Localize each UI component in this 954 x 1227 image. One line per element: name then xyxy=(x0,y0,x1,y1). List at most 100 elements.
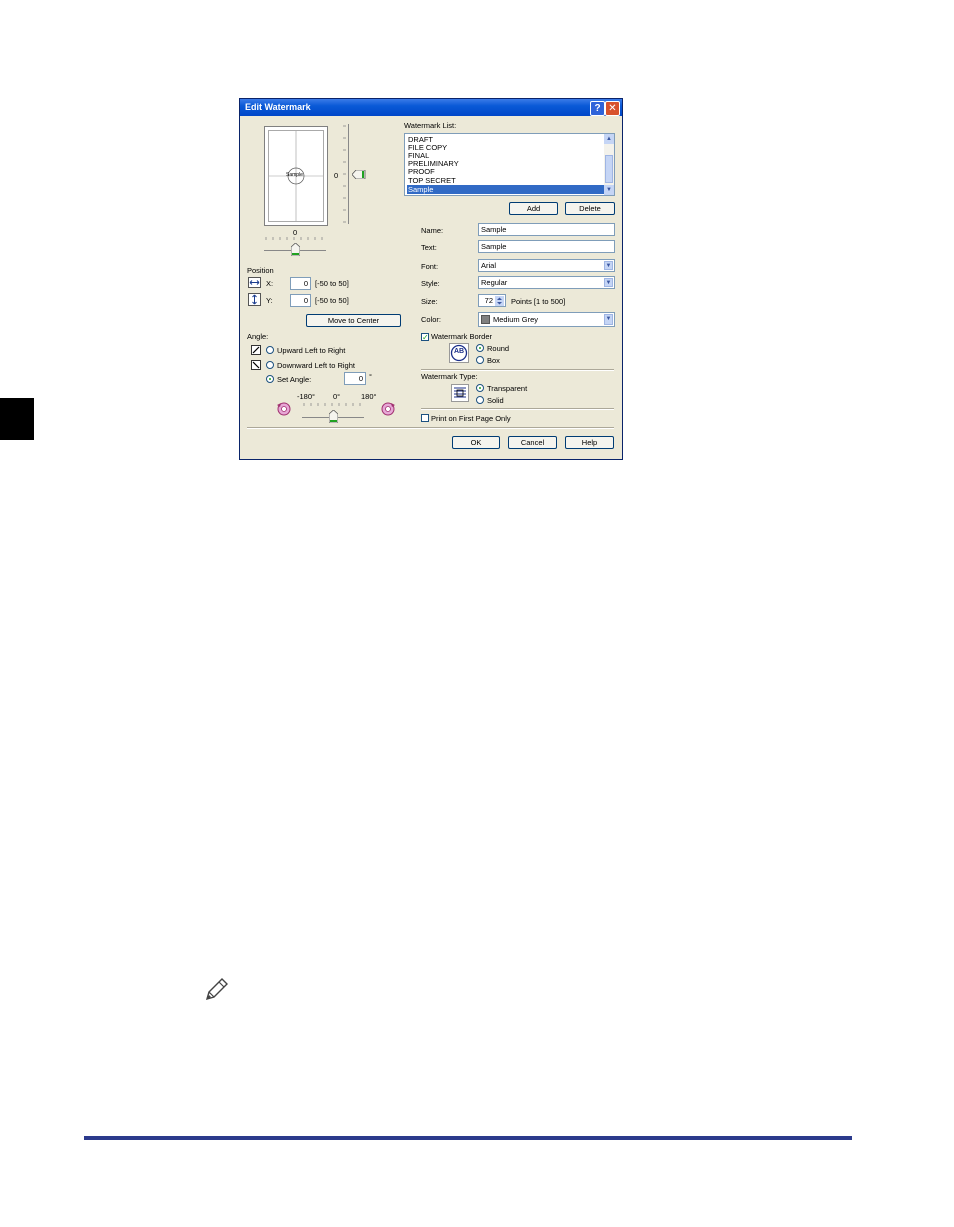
x-position-input[interactable]: 0 xyxy=(290,277,311,290)
degree-symbol: ° xyxy=(369,372,372,381)
watermark-list-label: Watermark List: xyxy=(404,121,457,130)
list-item[interactable]: PROOF xyxy=(407,167,604,176)
y-position-input[interactable]: 0 xyxy=(290,294,311,307)
delete-button[interactable]: Delete xyxy=(565,202,615,215)
note-pencil-icon xyxy=(203,975,231,1003)
watermark-border-checkbox[interactable]: ✓ xyxy=(421,333,429,342)
close-icon[interactable]: ✕ xyxy=(605,101,620,116)
solid-radio[interactable] xyxy=(476,396,484,404)
transparent-label: Transparent xyxy=(487,384,528,393)
set-angle-label: Set Angle: xyxy=(277,375,312,384)
watermark-listbox[interactable]: DRAFT FILE COPY FINAL PRELIMINARY PROOF … xyxy=(404,133,615,196)
chevron-down-icon[interactable]: ▼ xyxy=(604,278,613,287)
rotate-left-icon[interactable] xyxy=(276,402,292,416)
text-input[interactable]: Sample xyxy=(478,240,615,253)
chevron-down-icon[interactable]: ▼ xyxy=(604,261,613,270)
ok-button[interactable]: OK xyxy=(452,436,500,449)
separator xyxy=(247,427,614,429)
name-label: Name: xyxy=(421,226,444,235)
position-label: Position xyxy=(247,266,274,275)
round-radio[interactable] xyxy=(476,344,484,352)
y-range-text: [-50 to 50] xyxy=(315,296,349,305)
vertical-slider-ticks xyxy=(343,125,346,223)
first-page-only-checkbox[interactable] xyxy=(421,414,429,422)
separator xyxy=(421,369,614,371)
horizontal-offset-value: 0 xyxy=(293,228,298,237)
angle-input[interactable]: 0 xyxy=(344,372,366,385)
box-radio[interactable] xyxy=(476,356,484,364)
angle-label: Angle: xyxy=(247,332,269,341)
font-select[interactable]: Arial ▼ xyxy=(478,259,615,272)
border-round-icon: AB xyxy=(449,343,469,363)
downward-diagonal-icon xyxy=(251,360,261,370)
move-to-center-button[interactable]: Move to Center xyxy=(306,314,401,327)
transparent-radio[interactable] xyxy=(476,384,484,392)
color-select[interactable]: Medium Grey ▼ xyxy=(478,312,615,327)
cancel-button[interactable]: Cancel xyxy=(508,436,557,449)
vertical-arrows-icon xyxy=(248,293,261,306)
preview-printable-area: Sample xyxy=(268,130,324,222)
x-label: X: xyxy=(266,279,274,288)
watermark-type-label: Watermark Type: xyxy=(421,372,478,381)
box-label: Box xyxy=(487,356,500,365)
color-swatch xyxy=(481,315,490,324)
y-label: Y: xyxy=(266,296,273,305)
dialog-content: Sample 0 0 Position X: 0 [-50 to 50] Y: … xyxy=(240,116,622,459)
scroll-up-icon[interactable]: ▲ xyxy=(604,134,614,144)
horizontal-arrows-icon xyxy=(248,277,261,288)
vertical-offset-value: 0 xyxy=(334,171,339,180)
scroll-down-icon[interactable]: ▼ xyxy=(604,185,614,195)
separator xyxy=(421,408,614,410)
chevron-down-icon[interactable]: ▼ xyxy=(604,314,613,325)
transparent-type-icon xyxy=(451,384,469,402)
color-label: Color: xyxy=(421,315,442,324)
border-icon-text: AB xyxy=(454,348,465,355)
angle-slider-thumb[interactable] xyxy=(329,410,338,423)
watermark-border-label: Watermark Border xyxy=(431,332,492,341)
angle-min-label: -180° xyxy=(297,392,316,401)
footer-rule xyxy=(84,1136,852,1140)
list-item-selected[interactable]: Sample xyxy=(407,185,604,194)
add-button[interactable]: Add xyxy=(509,202,558,215)
edit-watermark-dialog: Edit Watermark ? ✕ Sample 0 0 Position X… xyxy=(239,98,623,460)
name-input[interactable]: Sample xyxy=(478,223,615,236)
angle-slider-ticks xyxy=(303,403,361,406)
upward-diagonal-icon xyxy=(251,345,261,355)
text-label: Text: xyxy=(421,243,437,252)
round-label: Round xyxy=(487,344,510,353)
solid-label: Solid xyxy=(487,396,504,405)
downward-radio[interactable] xyxy=(266,361,274,369)
upward-radio[interactable] xyxy=(266,346,274,354)
size-value: 72 xyxy=(484,296,493,305)
vertical-slider-track xyxy=(348,124,349,224)
angle-max-label: 180° xyxy=(361,392,377,401)
size-range-text: Points [1 to 500] xyxy=(511,297,566,306)
help-question-icon[interactable]: ? xyxy=(590,101,605,116)
chapter-tab xyxy=(0,398,34,440)
style-value: Regular xyxy=(481,278,508,287)
help-button[interactable]: Help xyxy=(565,436,614,449)
list-item[interactable]: TOP SECRET xyxy=(407,176,604,185)
rotate-right-icon[interactable] xyxy=(380,402,396,416)
preview-sample-text: Sample xyxy=(286,172,303,178)
set-angle-radio[interactable] xyxy=(266,375,274,383)
scroll-thumb[interactable] xyxy=(605,155,613,183)
font-label: Font: xyxy=(421,262,439,271)
size-label: Size: xyxy=(421,297,438,306)
color-value: Medium Grey xyxy=(493,315,539,324)
angle-mid-label: 0° xyxy=(333,392,341,401)
downward-label: Downward Left to Right xyxy=(277,361,355,370)
dialog-title: Edit Watermark xyxy=(245,102,311,112)
list-scrollbar[interactable]: ▲ ▼ xyxy=(604,134,614,195)
horizontal-slider-thumb[interactable] xyxy=(291,243,300,256)
style-select[interactable]: Regular ▼ xyxy=(478,276,615,289)
style-label: Style: xyxy=(421,279,440,288)
title-bar[interactable]: Edit Watermark ? ✕ xyxy=(240,99,622,116)
vertical-slider-thumb[interactable] xyxy=(352,170,366,179)
font-value: Arial xyxy=(481,261,497,270)
first-page-only-label: Print on First Page Only xyxy=(431,414,511,423)
watermark-preview: Sample xyxy=(264,126,328,226)
upward-label: Upward Left to Right xyxy=(277,346,346,355)
size-input[interactable]: 72 xyxy=(478,294,506,307)
size-spinner-icon[interactable] xyxy=(495,296,504,306)
